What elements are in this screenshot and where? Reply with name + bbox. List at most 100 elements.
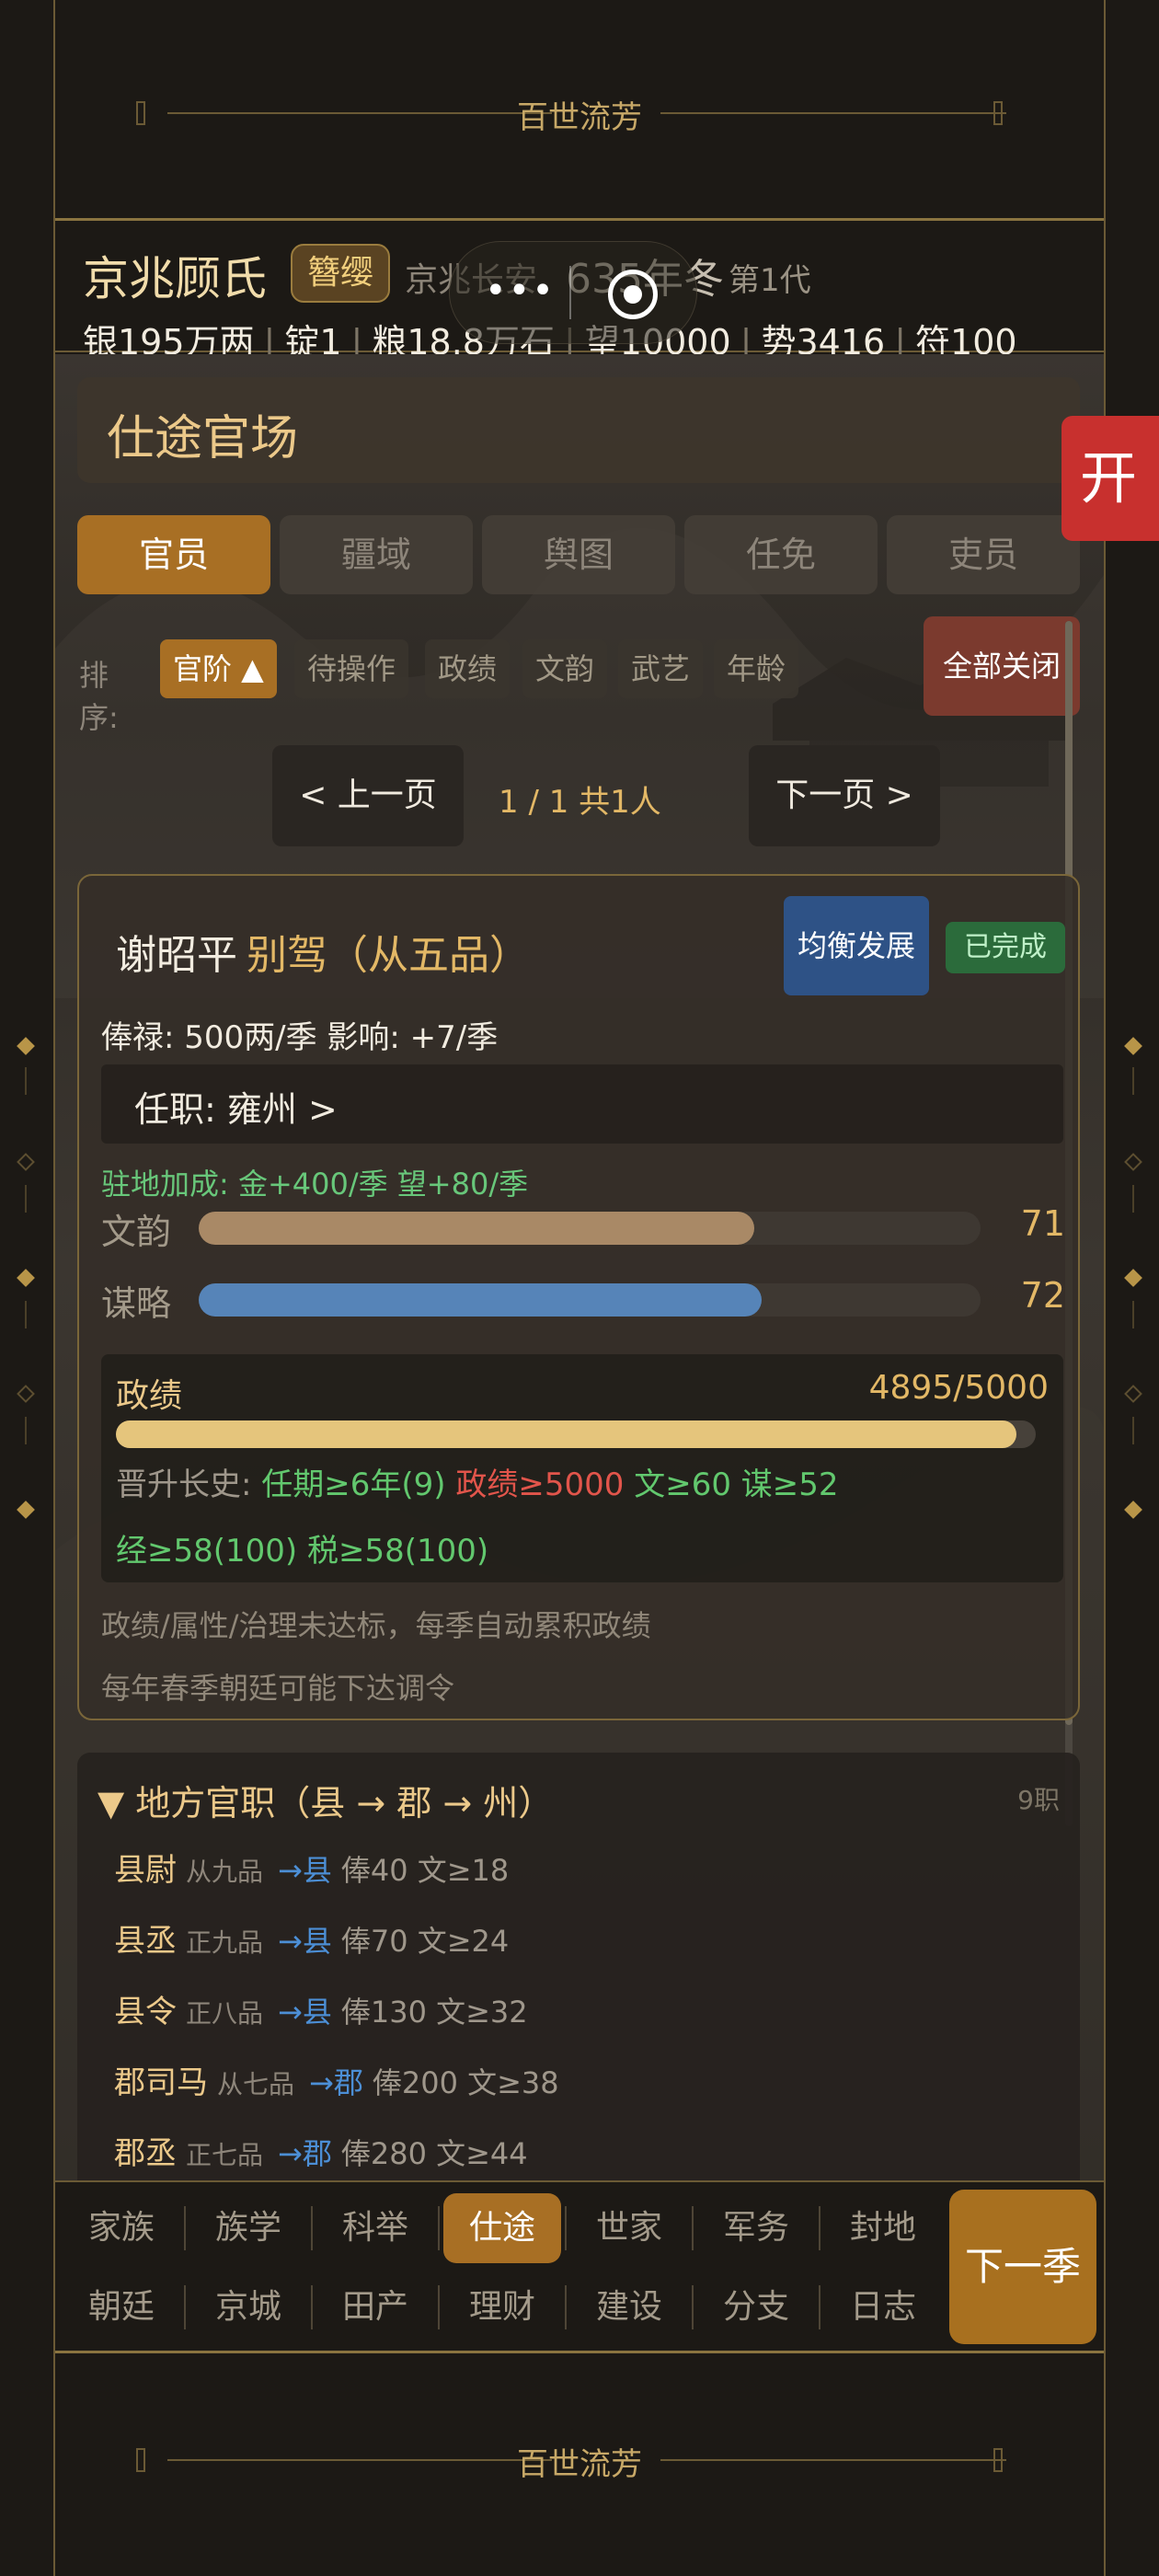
stat-label-strategy: 谋略 <box>101 1283 172 1324</box>
rank-detail: 俸280 文≥44 <box>340 2136 528 2171</box>
nav-exam[interactable]: 科举 <box>316 2193 434 2263</box>
rank-detail: 俸70 文≥24 <box>340 1924 510 1959</box>
stat-value-strategy: 72 <box>1020 1275 1065 1316</box>
nav-fief[interactable]: 封地 <box>824 2193 942 2263</box>
sort-literary-chip[interactable]: 文韵 <box>522 639 608 698</box>
tab-clerks[interactable]: 吏员 <box>887 515 1080 594</box>
nav-career[interactable]: 仕途 <box>443 2193 561 2263</box>
promotion-requirements-2: 经≥58(100) 税≥58(100) <box>116 1525 488 1570</box>
rank-row: 县令 正八品 →县 俸130 文≥32 <box>114 1986 528 2031</box>
banner-cap-right <box>993 101 1003 125</box>
strategy-bar <box>199 1283 981 1317</box>
official-name-line: 谢昭平 别驾（从五品） <box>116 922 530 981</box>
promotion-requirements: 晋升长史: 任期≥6年(9) 政绩≥5000 文≥60 谋≥52 <box>116 1459 839 1504</box>
rank-name: 县令 <box>114 1994 177 2030</box>
nav-estates[interactable]: 田产 <box>316 2272 434 2342</box>
rank-row: 县丞 正九品 →县 俸70 文≥24 <box>114 1915 509 1961</box>
rank-grade: 正八品 <box>186 1998 264 2029</box>
banner-cap-right <box>993 2448 1003 2472</box>
rank-row: 郡司马 从七品 →郡 俸200 文≥38 <box>114 2057 559 2102</box>
rank-level: →县 <box>278 1853 332 1888</box>
capsule-divider <box>569 266 571 319</box>
rank-name: 郡司马 <box>114 2064 208 2101</box>
next-season-button[interactable]: 下一季 <box>949 2190 1096 2344</box>
rank-row: 县尉 从九品 →县 俸40 文≥18 <box>114 1845 509 1890</box>
rank-detail: 俸200 文≥38 <box>372 2065 559 2100</box>
rank-row: 郡丞 正七品 →郡 俸280 文≥44 <box>114 2128 528 2173</box>
rank-detail: 俸40 文≥18 <box>340 1853 510 1888</box>
merit-title: 政绩 <box>116 1377 183 1415</box>
promotion-label: 晋升长史: <box>116 1466 252 1503</box>
nav-court[interactable]: 朝廷 <box>63 2272 180 2342</box>
sort-age-chip[interactable]: 年龄 <box>714 639 799 698</box>
top-banner: 百世流芳 <box>55 0 1104 221</box>
ranks-header[interactable]: ▼ 地方官职（县 → 郡 → 州） <box>98 1775 553 1825</box>
official-post: 别驾（从五品） <box>247 932 530 979</box>
req-literary: 文≥60 <box>634 1466 731 1503</box>
status-badge: 已完成 <box>946 922 1065 973</box>
literary-bar-fill <box>199 1212 754 1245</box>
rank-name: 县丞 <box>114 1923 177 1960</box>
rank-level: →郡 <box>278 2136 332 2171</box>
close-target-icon[interactable] <box>608 270 658 319</box>
req-strategy: 谋≥52 <box>740 1466 839 1503</box>
tab-map[interactable]: 舆图 <box>482 515 675 594</box>
nav-finance[interactable]: 理财 <box>443 2272 561 2342</box>
rank-grade: 从九品 <box>186 1857 264 1887</box>
generation-label: 第1代 <box>729 262 811 299</box>
tab-appointments[interactable]: 任免 <box>684 515 878 594</box>
court-note: 每年春季朝廷可能下达调令 <box>101 1671 455 1706</box>
rank-grade: 从七品 <box>217 2069 295 2099</box>
req-merit: 政绩≥5000 <box>455 1466 625 1503</box>
page-info: 1 / 1 共1人 <box>499 784 661 821</box>
open-side-button[interactable]: 开 <box>1061 416 1159 541</box>
nav-noble-houses[interactable]: 世家 <box>570 2193 688 2263</box>
local-ranks-list: ▼ 地方官职（县 → 郡 → 州） 9职 县尉 从九品 →县 俸40 文≥18 县丞正… <box>77 1753 1080 2180</box>
tab-territory[interactable]: 疆域 <box>280 515 473 594</box>
section-title: 仕途官场 <box>107 411 299 466</box>
merit-note: 政绩/属性/治理未达标，每季自动累积政绩 <box>101 1608 651 1643</box>
sort-martial-chip[interactable]: 武艺 <box>618 639 704 698</box>
banner-line-right <box>660 112 1006 114</box>
tab-officials[interactable]: 官员 <box>77 515 270 594</box>
mini-program-capsule: ••• <box>449 241 697 344</box>
salary-influence: 俸禄: 500两/季 影响: +7/季 <box>101 1019 499 1056</box>
left-ornament <box>17 1037 35 1527</box>
official-name: 谢昭平 <box>116 932 237 979</box>
stat-value-literary: 71 <box>1020 1203 1065 1244</box>
rank-name: 县尉 <box>114 1852 177 1889</box>
nav-clan-school[interactable]: 族学 <box>189 2193 307 2263</box>
official-card: 谢昭平 别驾（从五品） 均衡发展 已完成 俸禄: 500两/季 影响: +7/季 … <box>77 874 1080 1720</box>
prev-page-button[interactable]: < 上一页 <box>272 745 464 846</box>
nav-branches[interactable]: 分支 <box>697 2272 815 2342</box>
nav-family[interactable]: 家族 <box>63 2193 180 2263</box>
merit-bar-fill <box>116 1420 1016 1448</box>
more-menu-icon[interactable]: ••• <box>485 270 556 312</box>
sort-pending-chip[interactable]: 待操作 <box>294 639 409 698</box>
bottom-nav: 家族 族学 科举 仕途 世家 军务 封地 朝廷 京城 田产 理财 建设 分支 日… <box>55 2180 1104 2351</box>
nav-log[interactable]: 日志 <box>824 2272 942 2342</box>
rank-level: →县 <box>278 1995 332 2030</box>
rank-level: →郡 <box>309 2065 363 2100</box>
rank-badge: 簪缨 <box>291 244 391 303</box>
section-header: 仕途官场 <box>77 377 1080 483</box>
rank-name: 郡丞 <box>114 2135 177 2172</box>
sort-merit-chip[interactable]: 政绩 <box>425 639 511 698</box>
official-panel: 仕途官场 官员 疆域 舆图 任免 吏员 排序: 官阶 ▲ 待操作 政绩 文韵 武… <box>55 354 1104 2180</box>
close-all-button[interactable]: 全部关闭 <box>924 616 1080 716</box>
banner-title: 百世流芳 <box>517 99 642 136</box>
merit-box: 政绩 4895/5000 晋升长史: 任期≥6年(9) 政绩≥5000 文≥60… <box>101 1354 1063 1582</box>
nav-military[interactable]: 军务 <box>697 2193 815 2263</box>
rank-grade: 正九品 <box>186 1927 264 1958</box>
nav-construction[interactable]: 建设 <box>570 2272 688 2342</box>
banner-title: 百世流芳 <box>517 2446 642 2483</box>
strategy-button[interactable]: 均衡发展 <box>784 896 929 995</box>
assignment-label: 任职: 雍州 > <box>134 1089 338 1130</box>
sort-rank-chip[interactable]: 官阶 ▲ <box>160 639 277 698</box>
strategy-bar-fill <box>199 1283 762 1317</box>
station-bonus: 驻地加成: 金+400/季 望+80/季 <box>101 1167 529 1202</box>
nav-capital[interactable]: 京城 <box>189 2272 307 2342</box>
next-page-button[interactable]: 下一页 > <box>749 745 940 846</box>
assignment-row[interactable]: 任职: 雍州 > <box>101 1064 1063 1144</box>
req-term: 任期≥6年(9) <box>261 1466 446 1503</box>
